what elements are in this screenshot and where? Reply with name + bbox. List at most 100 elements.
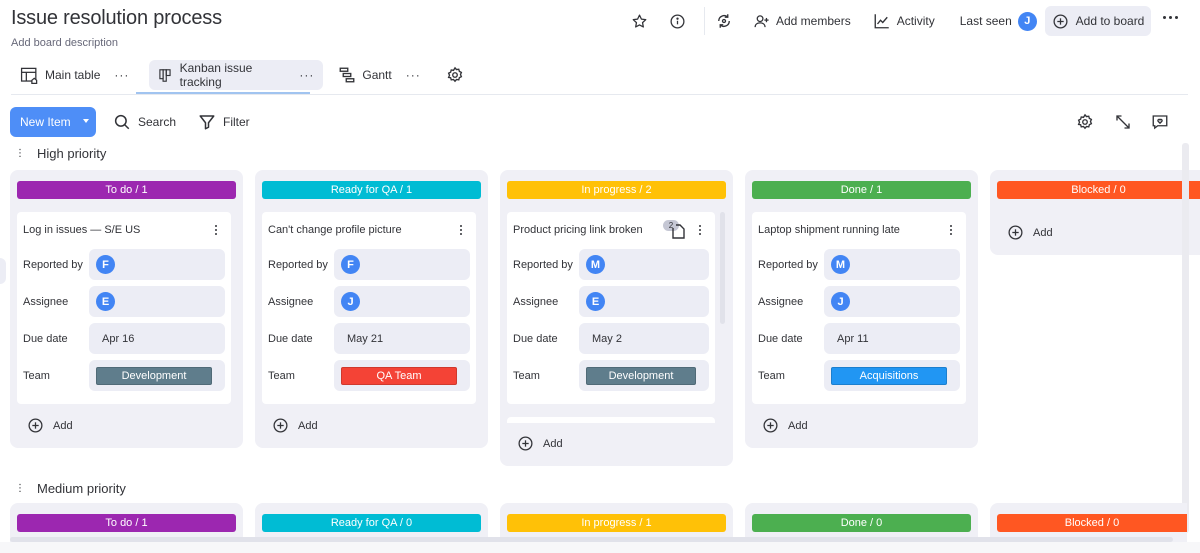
- kanban-card[interactable]: Log in issues — S/E US Reported by F Ass…: [17, 212, 231, 404]
- card-menu-icon[interactable]: [211, 223, 221, 237]
- more-options-icon[interactable]: [1163, 16, 1178, 19]
- tabs-divider: [11, 94, 1188, 95]
- card-title[interactable]: Product pricing link broken: [513, 224, 643, 236]
- feedback-heart-message-icon[interactable]: [1147, 109, 1173, 135]
- add-item-button[interactable]: Add: [272, 417, 318, 434]
- avatar: J: [831, 292, 850, 311]
- activity-button[interactable]: Activity: [873, 12, 935, 30]
- board-title[interactable]: Issue resolution process: [11, 7, 222, 30]
- add-label: Add: [788, 419, 808, 432]
- add-item-button[interactable]: Add: [27, 417, 73, 434]
- kanban-card[interactable]: Product pricing link broken 2 Reported b…: [507, 212, 715, 404]
- last-seen-avatar: J: [1017, 11, 1037, 31]
- board-settings-gear-icon[interactable]: [1072, 109, 1098, 135]
- column-header[interactable]: In progress / 2: [507, 181, 726, 199]
- team-label: Development: [586, 366, 696, 385]
- field-label: Assignee: [23, 295, 69, 308]
- column-header[interactable]: Blocked / 0: [997, 181, 1200, 199]
- drag-handle-icon[interactable]: ⋮: [15, 483, 25, 493]
- column-header[interactable]: To do / 1: [17, 181, 236, 199]
- search-button[interactable]: Search: [113, 110, 176, 134]
- column-header[interactable]: In progress / 1: [507, 514, 726, 532]
- kanban-card[interactable]: Laptop shipment running late Reported by…: [752, 212, 966, 404]
- field-value[interactable]: J: [824, 286, 960, 317]
- board-description[interactable]: Add board description: [11, 37, 118, 49]
- add-item-button[interactable]: Add: [517, 435, 563, 452]
- new-item-button[interactable]: New Item: [10, 107, 96, 137]
- field-reported-by: Reported by F: [268, 249, 470, 280]
- card-menu-icon[interactable]: [695, 223, 705, 237]
- add-to-board-button[interactable]: Add to board: [1045, 6, 1151, 36]
- sync-eye-icon[interactable]: [711, 8, 737, 34]
- filter-button[interactable]: Filter: [198, 110, 250, 134]
- card-title[interactable]: Log in issues — S/E US: [23, 224, 140, 236]
- column-header[interactable]: Ready for QA / 0: [262, 514, 481, 532]
- group-header-high-priority[interactable]: ⋮ High priority: [15, 143, 106, 163]
- add-members-button[interactable]: Add members: [753, 13, 851, 30]
- plus-circle-icon: [273, 418, 288, 433]
- field-value[interactable]: J: [334, 286, 470, 317]
- field-value[interactable]: F: [334, 249, 470, 280]
- field-label: Due date: [23, 332, 68, 345]
- due-date-value[interactable]: May 2: [579, 323, 709, 354]
- column-header[interactable]: Done / 0: [752, 514, 971, 532]
- tab-options-icon[interactable]: ···: [299, 68, 314, 82]
- filter-label: Filter: [223, 115, 250, 129]
- field-value[interactable]: Development: [89, 360, 225, 391]
- card-menu-icon[interactable]: [456, 223, 466, 237]
- tab-gantt[interactable]: Gantt ···: [329, 60, 429, 90]
- tab-kanban-issue-tracking[interactable]: Kanban issue tracking ···: [149, 60, 324, 90]
- view-settings-gear-icon[interactable]: [442, 62, 468, 88]
- side-panel-handle[interactable]: [0, 258, 6, 284]
- drag-handle-icon[interactable]: ⋮: [15, 148, 25, 158]
- expand-arrows-icon[interactable]: [1110, 109, 1136, 135]
- page-vertical-scrollbar[interactable]: [1182, 143, 1189, 533]
- column-header[interactable]: Done / 1: [752, 181, 971, 199]
- kanban-card-partial[interactable]: [507, 417, 715, 423]
- avatar: M: [586, 255, 605, 274]
- kanban-column-blocked: Blocked / 0 Add: [990, 170, 1200, 255]
- activity-chart-icon: [874, 14, 889, 29]
- field-value[interactable]: M: [824, 249, 960, 280]
- header-divider: [704, 7, 705, 35]
- add-item-button[interactable]: Add: [762, 417, 808, 434]
- due-date-value[interactable]: May 21: [334, 323, 470, 354]
- card-title[interactable]: Laptop shipment running late: [758, 224, 900, 236]
- updates-bubble-icon[interactable]: [672, 224, 685, 244]
- field-value[interactable]: Acquisitions: [824, 360, 960, 391]
- activity-label: Activity: [896, 14, 935, 28]
- field-label: Assignee: [758, 295, 804, 308]
- last-seen-button[interactable]: Last seen J: [960, 11, 1037, 31]
- column-header[interactable]: Ready for QA / 1: [262, 181, 481, 199]
- field-value[interactable]: Development: [579, 360, 709, 391]
- kanban-column-todo: To do / 1 Log in issues — S/E US Reporte…: [10, 170, 243, 448]
- field-due-date: Due date Apr 11: [758, 323, 960, 354]
- field-value[interactable]: QA Team: [334, 360, 470, 391]
- tab-main-table[interactable]: Main table ···: [11, 60, 138, 90]
- due-date-value[interactable]: Apr 16: [89, 323, 225, 354]
- due-date-value[interactable]: Apr 11: [824, 323, 960, 354]
- column-header[interactable]: To do / 1: [17, 514, 236, 532]
- field-value[interactable]: E: [579, 286, 709, 317]
- favorite-star-icon[interactable]: [626, 8, 652, 34]
- card-title[interactable]: Can't change profile picture: [268, 224, 402, 236]
- field-label: Reported by: [268, 258, 328, 271]
- new-item-dropdown-icon[interactable]: [83, 119, 89, 123]
- card-menu-icon[interactable]: [946, 223, 956, 237]
- tab-options-icon[interactable]: ···: [114, 68, 129, 82]
- group-header-medium-priority[interactable]: ⋮ Medium priority: [15, 478, 126, 498]
- tab-options-icon[interactable]: ···: [406, 68, 421, 82]
- column-header[interactable]: Blocked / 0: [997, 514, 1187, 532]
- field-value[interactable]: E: [89, 286, 225, 317]
- column-scrollbar[interactable]: [720, 212, 725, 324]
- field-value[interactable]: M: [579, 249, 709, 280]
- kanban-card[interactable]: Can't change profile picture Reported by…: [262, 212, 476, 404]
- info-icon[interactable]: [664, 8, 690, 34]
- add-item-button[interactable]: Add: [1007, 224, 1053, 241]
- new-item-label: New Item: [20, 115, 71, 129]
- field-value[interactable]: F: [89, 249, 225, 280]
- field-assignee: Assignee E: [513, 286, 709, 317]
- plus-circle-icon: [1008, 225, 1023, 240]
- field-due-date: Due date Apr 16: [23, 323, 225, 354]
- field-label: Due date: [513, 332, 558, 345]
